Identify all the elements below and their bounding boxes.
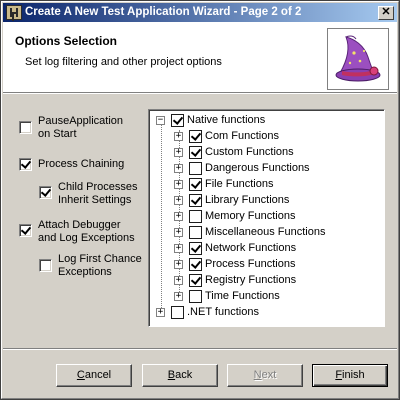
tree-item-label: .NET functions: [187, 306, 259, 318]
tree-checkbox[interactable]: [189, 210, 202, 223]
title-bar[interactable]: Create A New Test Application Wizard - P…: [3, 3, 397, 22]
window-title: Create A New Test Application Wizard - P…: [25, 6, 302, 18]
checkbox-box[interactable]: [19, 158, 32, 171]
tree-item-label: Com Functions: [205, 130, 279, 142]
back-label: ack: [175, 369, 193, 381]
tree-item-label: Miscellaneous Functions: [205, 226, 326, 238]
tree-item-label: Memory Functions: [205, 210, 296, 222]
page-title: Options Selection: [15, 34, 118, 48]
option-label: Attach Debugger: [38, 219, 121, 231]
page-subtitle: Set log filtering and other project opti…: [25, 56, 222, 68]
expand-icon[interactable]: +: [174, 228, 183, 237]
tree-item-label: Native functions: [187, 114, 266, 126]
tree-item-process-functions[interactable]: + Process Functions: [174, 258, 374, 274]
close-button[interactable]: ✕: [378, 6, 394, 20]
option-label: Inherit Settings: [58, 194, 132, 206]
next-mnemonic: N: [253, 369, 262, 381]
checkbox-box[interactable]: [39, 186, 52, 199]
tree-checkbox[interactable]: [171, 306, 184, 319]
footer-separator: [3, 348, 397, 350]
option-label: on Start: [38, 128, 77, 140]
wizard-window: Create A New Test Application Wizard - P…: [0, 0, 400, 400]
checkbox-box[interactable]: [19, 224, 32, 237]
tree-checkbox[interactable]: [189, 226, 202, 239]
next-label: ext: [261, 369, 277, 381]
back-button[interactable]: Back: [142, 364, 218, 387]
tree-checkbox[interactable]: [189, 242, 202, 255]
expand-icon[interactable]: +: [174, 276, 183, 285]
expand-icon[interactable]: +: [174, 148, 183, 157]
option-label: and Log Exceptions: [38, 232, 135, 244]
finish-button[interactable]: Finish: [312, 364, 388, 387]
option-label: Log First Chance: [58, 253, 142, 265]
tree-checkbox[interactable]: [189, 194, 202, 207]
tree-item-label: File Functions: [205, 178, 274, 190]
cancel-label: ancel: [84, 369, 112, 381]
option-label: PauseApplication: [38, 115, 124, 127]
tree-item-custom-functions[interactable]: + Custom Functions: [174, 146, 374, 162]
tree-item-label: Network Functions: [205, 242, 297, 254]
tree-item-native-functions[interactable]: − Native functions: [156, 114, 376, 130]
tree-checkbox[interactable]: [189, 146, 202, 159]
expand-icon[interactable]: +: [174, 164, 183, 173]
tree-item-label: Custom Functions: [205, 146, 294, 158]
option-label: Exceptions: [58, 266, 112, 278]
wizard-hat-icon: [327, 28, 389, 90]
tree-item-label: Dangerous Functions: [205, 162, 310, 174]
tree-checkbox[interactable]: [171, 114, 184, 127]
expand-icon[interactable]: +: [174, 180, 183, 189]
expand-icon[interactable]: +: [174, 244, 183, 253]
option-label: Child Processes: [58, 181, 138, 193]
tree-checkbox[interactable]: [189, 178, 202, 191]
tree-item-label: Time Functions: [205, 290, 280, 302]
tree-checkbox[interactable]: [189, 130, 202, 143]
collapse-icon[interactable]: −: [156, 116, 165, 125]
tree-item-dangerous-functions[interactable]: + Dangerous Functions: [174, 162, 374, 178]
tree-connector: [161, 122, 162, 312]
tree-item-library-functions[interactable]: + Library Functions: [174, 194, 374, 210]
tree-item-network-functions[interactable]: + Network Functions: [174, 242, 374, 258]
tree-item-miscellaneous-functions[interactable]: + Miscellaneous Functions: [174, 226, 379, 242]
expand-icon[interactable]: +: [174, 212, 183, 221]
tree-checkbox[interactable]: [189, 274, 202, 287]
tree-item-com-functions[interactable]: + Com Functions: [174, 130, 374, 146]
next-button[interactable]: Next: [227, 364, 303, 387]
header-separator: [3, 92, 397, 94]
tree-item-label: Library Functions: [205, 194, 290, 206]
tree-item-time-functions[interactable]: + Time Functions: [174, 290, 374, 306]
back-mnemonic: B: [167, 369, 176, 381]
expand-icon[interactable]: +: [174, 260, 183, 269]
expand-icon[interactable]: +: [174, 132, 183, 141]
expand-icon[interactable]: +: [174, 196, 183, 205]
function-filter-tree[interactable]: − Native functions + Com Functions + Cus…: [148, 109, 385, 327]
tree-item-registry-functions[interactable]: + Registry Functions: [174, 274, 374, 290]
option-label: Process Chaining: [38, 158, 125, 170]
expand-icon[interactable]: +: [156, 308, 165, 317]
cancel-mnemonic: C: [76, 369, 85, 381]
wizard-header: Options Selection Set log filtering and …: [3, 22, 397, 92]
tree-checkbox[interactable]: [189, 162, 202, 175]
tree-checkbox[interactable]: [189, 258, 202, 271]
expand-icon[interactable]: +: [174, 292, 183, 301]
tree-checkbox[interactable]: [189, 290, 202, 303]
tree-item-memory-functions[interactable]: + Memory Functions: [174, 210, 374, 226]
tree-item-label: Registry Functions: [205, 274, 297, 286]
tree-item-dotnet-functions[interactable]: + .NET functions: [156, 306, 356, 322]
checkbox-box[interactable]: [39, 259, 52, 272]
finish-label: inish: [342, 369, 365, 381]
cancel-button[interactable]: Cancel: [56, 364, 132, 387]
app-icon: [6, 5, 22, 20]
tree-item-file-functions[interactable]: + File Functions: [174, 178, 374, 194]
tree-item-label: Process Functions: [205, 258, 296, 270]
checkbox-box[interactable]: [19, 121, 32, 134]
